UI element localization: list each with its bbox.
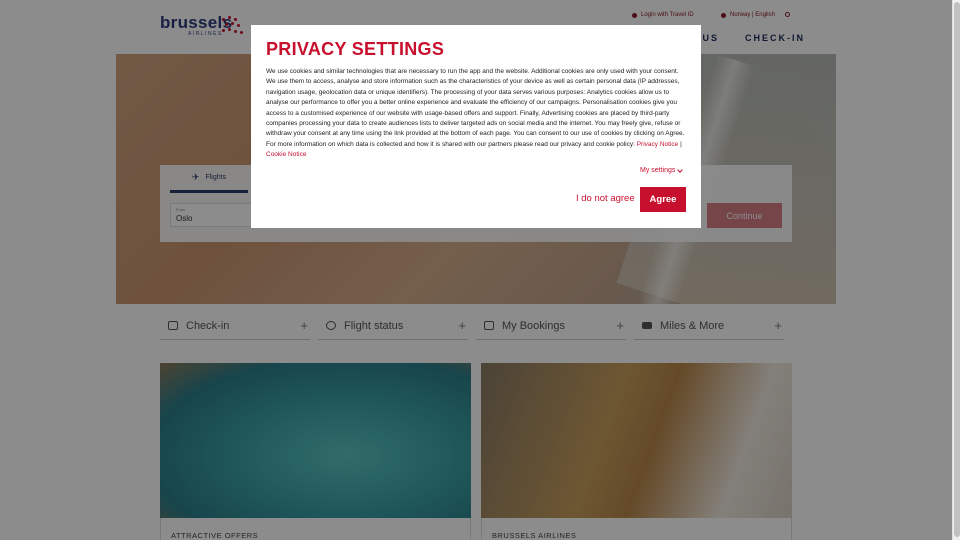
page-scrollbar[interactable]: [952, 0, 960, 540]
scrollbar-thumb[interactable]: [954, 2, 960, 537]
privacy-notice-link[interactable]: Privacy Notice: [637, 141, 679, 148]
agree-button[interactable]: Agree: [640, 187, 686, 212]
dialog-body: We use cookies and similar technologies …: [266, 67, 686, 161]
link-separator: |: [680, 140, 682, 148]
chevron-down-icon: [677, 166, 684, 173]
disagree-button[interactable]: I do not agree: [576, 193, 635, 204]
dialog-title: PRIVACY SETTINGS: [266, 39, 445, 59]
privacy-text: We use cookies and similar technologies …: [266, 68, 685, 148]
my-settings-label: My settings: [640, 167, 676, 174]
privacy-settings-dialog: PRIVACY SETTINGS We use cookies and simi…: [251, 25, 701, 228]
my-settings-toggle[interactable]: My settings: [640, 166, 684, 174]
cookie-notice-link[interactable]: Cookie Notice: [266, 151, 306, 158]
